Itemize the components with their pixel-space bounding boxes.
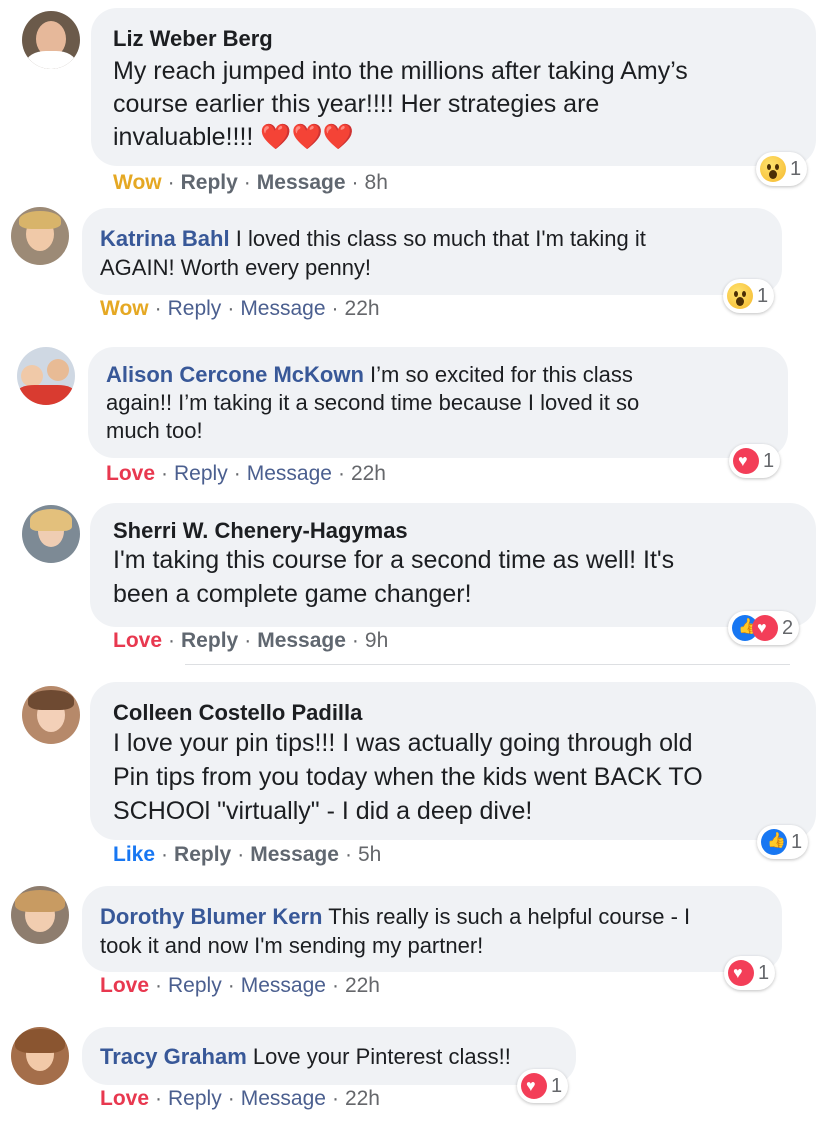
message-button[interactable]: Message — [257, 171, 346, 194]
comment-actions: Love · Reply · Message · 22h — [100, 1087, 380, 1110]
reaction-button[interactable]: Love — [100, 1087, 149, 1110]
like-icon: 👍 — [761, 829, 787, 855]
comment-bubble: Dorothy Blumer Kern This really is such … — [82, 886, 782, 972]
reply-button[interactable]: Reply — [174, 843, 231, 866]
comment-bubble: Katrina Bahl I loved this class so much … — [82, 208, 782, 295]
timestamp[interactable]: 8h — [365, 171, 388, 194]
divider — [185, 664, 790, 665]
message-button[interactable]: Message — [257, 629, 346, 652]
reply-button[interactable]: Reply — [168, 974, 222, 997]
reaction-button[interactable]: Love — [100, 974, 149, 997]
reaction-count-badge[interactable]: ♥ 1 — [724, 956, 776, 990]
comment-author[interactable]: Alison Cercone McKown — [106, 362, 364, 387]
avatar[interactable] — [11, 1027, 69, 1085]
comment-author[interactable]: Colleen Costello Padilla — [113, 700, 362, 726]
message-button[interactable]: Message — [240, 297, 325, 320]
love-icon: ♥ — [728, 960, 754, 986]
comment-author[interactable]: Liz Weber Berg — [113, 26, 273, 52]
reply-button[interactable]: Reply — [181, 171, 238, 194]
message-button[interactable]: Message — [247, 462, 332, 485]
wow-icon — [727, 283, 753, 309]
reply-button[interactable]: Reply — [174, 462, 228, 485]
comment-bubble: Liz Weber Berg My reach jumped into the … — [91, 8, 816, 166]
comment-actions: Love · Reply · Message · 22h — [106, 462, 386, 485]
comment-text: I'm taking this course for a second time… — [113, 546, 675, 608]
comment-actions: Love · Reply · Message · 9h — [113, 629, 389, 652]
avatar[interactable] — [22, 11, 80, 69]
timestamp[interactable]: 22h — [351, 462, 386, 485]
comment-bubble: Alison Cercone McKown I’m so excited for… — [88, 347, 788, 458]
message-button[interactable]: Message — [241, 1087, 326, 1110]
reaction-count-badge[interactable]: ♥ 1 — [729, 444, 781, 478]
timestamp[interactable]: 22h — [345, 297, 380, 320]
comment-text: Katrina Bahl I loved this class so much … — [100, 226, 646, 280]
reply-button[interactable]: Reply — [168, 297, 222, 320]
comment-author[interactable]: Sherri W. Chenery-Hagymas — [113, 518, 408, 544]
love-icon: ♥ — [733, 448, 759, 474]
reaction-count-badge[interactable]: 1 — [723, 279, 775, 313]
reaction-count-badge[interactable]: ♥ 1 — [517, 1069, 569, 1103]
comment-author[interactable]: Katrina Bahl — [100, 226, 230, 251]
reaction-button[interactable]: Wow — [100, 297, 149, 320]
timestamp[interactable]: 22h — [345, 974, 380, 997]
message-button[interactable]: Message — [250, 843, 339, 866]
comment-actions: Wow · Reply · Message · 8h — [113, 171, 388, 194]
timestamp[interactable]: 9h — [365, 629, 388, 652]
reaction-button[interactable]: Love — [106, 462, 155, 485]
reply-button[interactable]: Reply — [181, 629, 238, 652]
comment-bubble: Tracy Graham Love your Pinterest class!! — [82, 1027, 576, 1085]
timestamp[interactable]: 5h — [358, 843, 381, 866]
reaction-count-badge[interactable]: 1 — [756, 152, 808, 186]
comment-bubble: Sherri W. Chenery-Hagymas I'm taking thi… — [90, 503, 816, 627]
comment-author[interactable]: Tracy Graham — [100, 1044, 247, 1069]
love-icon: ♥ — [752, 615, 778, 641]
reaction-button[interactable]: Wow — [113, 171, 162, 194]
avatar[interactable] — [11, 886, 69, 944]
comment-text: Tracy Graham Love your Pinterest class!! — [100, 1044, 511, 1069]
comment-text: My reach jumped into the millions after … — [113, 57, 688, 151]
comment-actions: Love · Reply · Message · 22h — [100, 974, 380, 997]
reaction-count-badge[interactable]: 👍 ♥ 2 — [728, 611, 800, 645]
reaction-button[interactable]: Like — [113, 843, 155, 866]
avatar[interactable] — [22, 505, 80, 563]
comment-author[interactable]: Dorothy Blumer Kern — [100, 904, 322, 929]
comment-bubble: Colleen Costello Padilla I love your pin… — [90, 682, 816, 840]
comment-text: I love your pin tips!!! I was actually g… — [113, 729, 703, 825]
comment-text: Dorothy Blumer Kern This really is such … — [100, 904, 691, 958]
timestamp[interactable]: 22h — [345, 1087, 380, 1110]
reaction-button[interactable]: Love — [113, 629, 162, 652]
reaction-count-badge[interactable]: 👍 1 — [757, 825, 809, 859]
message-button[interactable]: Message — [241, 974, 326, 997]
comment-actions: Wow · Reply · Message · 22h — [100, 297, 380, 320]
avatar[interactable] — [11, 207, 69, 265]
love-icon: ♥ — [521, 1073, 547, 1099]
reply-button[interactable]: Reply — [168, 1087, 222, 1110]
comment-text: Alison Cercone McKown I’m so excited for… — [106, 362, 640, 443]
wow-icon — [760, 156, 786, 182]
comment-actions: Like · Reply · Message · 5h — [113, 843, 382, 866]
avatar[interactable] — [22, 686, 80, 744]
avatar[interactable] — [17, 347, 75, 405]
